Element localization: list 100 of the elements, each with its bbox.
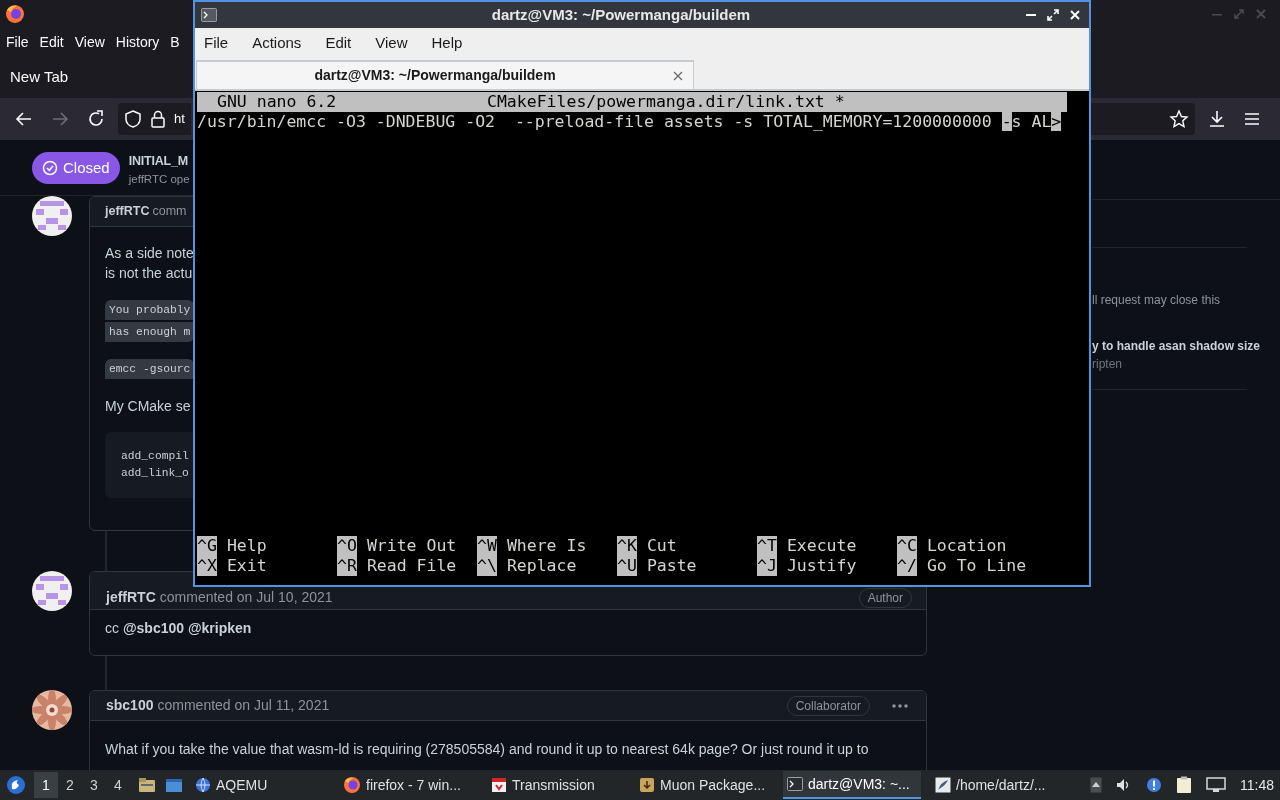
menu-icon[interactable] [1244, 112, 1260, 126]
avatar-icon [32, 196, 72, 236]
shortcut-label: Exit [226, 556, 267, 576]
package-icon [639, 777, 655, 793]
bookmark-star-icon[interactable] [1169, 109, 1189, 129]
shortcut-label: Where Is [506, 536, 587, 556]
shortcut-label: Location [926, 536, 1007, 556]
sidebar-text: ll request may close this [1092, 292, 1222, 309]
comment-text: cc @sbc100 @kripken [105, 619, 253, 638]
shortcut-key: ^\ [477, 556, 497, 576]
inline-code: You probably [105, 300, 195, 320]
shortcut-key: ^/ [897, 556, 917, 576]
file-name: CMakeFiles/powermanga.dir/link.txt * [487, 92, 845, 112]
inline-code: has enough m [105, 322, 195, 342]
terminal-icon [787, 777, 803, 791]
lock-icon [150, 109, 166, 129]
task-button[interactable]: /home/dartz/... [931, 771, 1069, 799]
inline-code: emcc -gsourc [105, 359, 195, 379]
shortcut-key: ^C [897, 536, 917, 556]
shortcut-label: Execute [786, 536, 857, 556]
reload-icon[interactable] [86, 109, 106, 129]
menu-item[interactable]: File [6, 31, 29, 53]
shortcut-key: ^U [617, 556, 637, 576]
menu-item[interactable]: View [375, 32, 408, 55]
shortcut-label: Cut [646, 536, 677, 556]
workspace-button[interactable]: 1 [34, 772, 58, 798]
nano-version: GNU nano 6.2 [216, 92, 338, 112]
network-icon[interactable] [1206, 777, 1226, 793]
comment-text: What if you take the value that wasm-ld is requiring (278505584) and round it up to nearest 64k page? Or just round it up to [105, 740, 870, 759]
menu-item[interactable]: Help [431, 32, 463, 55]
shortcut-label: Write Out [366, 536, 457, 556]
shortcut-key: ^W [477, 536, 497, 556]
start-menu-icon[interactable] [6, 775, 26, 795]
address-bar[interactable]: ht [118, 103, 191, 135]
linked-issue-meta: ripten [1092, 356, 1124, 373]
editor-line: /usr/bin/emcc -O3 -DNDEBUG -O2 --preload-file assets -s TOTAL_MEMORY=1200000000 -s AL> [197, 112, 1062, 132]
author-link[interactable]: jeffRTC [106, 587, 156, 608]
linked-issue-link[interactable]: y to handle asan shadow size [1092, 337, 1280, 355]
task-button[interactable]: dartz@VM3: ~... [783, 771, 921, 799]
shortcut-key: ^R [337, 556, 357, 576]
task-button[interactable]: AQEMU [191, 771, 329, 799]
comment-text: is not the actu [105, 264, 194, 283]
shield-icon [124, 109, 142, 129]
shortcut-key: ^X [197, 556, 217, 576]
quill-icon [935, 777, 951, 793]
check-circle-icon [42, 160, 58, 176]
menu-item[interactable]: Edit [39, 31, 64, 53]
issue-title: INITIAL_M [128, 153, 189, 170]
shortcut-key: ^T [757, 536, 777, 556]
workspace-button[interactable]: 4 [106, 772, 130, 798]
comment-meta: commented on Jul 11, 2021 [157, 696, 331, 715]
firefox-logo-icon [343, 776, 361, 794]
menu-item[interactable]: Edit [325, 32, 352, 55]
avatar-icon [32, 571, 72, 611]
shortcut-key: ^G [197, 536, 217, 556]
folder-icon[interactable] [138, 777, 156, 793]
address-bar-end[interactable] [1089, 103, 1195, 135]
task-button[interactable]: Transmission [487, 771, 625, 799]
menu-item[interactable]: Actions [252, 32, 302, 55]
terminal-tab[interactable]: dartz@VM3: ~/Powermanga/buildem [196, 60, 694, 89]
window-title: dartz@VM3: ~/Powermanga/buildem [490, 4, 752, 25]
task-button[interactable]: firefox - 7 win... [339, 771, 477, 799]
issue-byline: jeffRTC ope [128, 172, 190, 187]
comment-meta: commented on Jul 10, 2021 [159, 588, 334, 607]
comment-meta: comm [152, 203, 188, 221]
firefox-logo-icon [5, 4, 25, 24]
comment-text: As a side note [105, 244, 195, 263]
workspace-button[interactable]: 2 [58, 772, 82, 798]
close-icon[interactable] [673, 70, 683, 81]
author-link[interactable]: jeffRTC [105, 202, 150, 221]
download-icon[interactable] [1207, 109, 1227, 129]
terminal-icon [201, 8, 217, 22]
menu-item[interactable]: History [115, 31, 160, 53]
shortcut-key: ^J [757, 556, 777, 576]
browser-tab[interactable]: New Tab [0, 60, 109, 94]
shortcut-label: Read File [366, 556, 457, 576]
clipboard-icon[interactable] [1176, 776, 1192, 794]
status-badge: Closed [32, 152, 120, 184]
task-button[interactable]: Muon Package... [635, 771, 773, 799]
shortcut-label: Justify [786, 556, 857, 576]
menu-item[interactable]: B [170, 31, 180, 53]
shortcut-key: ^K [617, 536, 637, 556]
shortcut-key: ^O [337, 536, 357, 556]
globe-icon [195, 777, 211, 793]
workspace-button[interactable]: 3 [82, 772, 106, 798]
shortcut-label: Help [226, 536, 267, 556]
comment-text: My CMake se [105, 397, 192, 416]
ellipsis-icon [892, 703, 908, 708]
clock: 11:48 [1240, 775, 1274, 795]
shortcut-label: Paste [646, 556, 697, 576]
notification-icon[interactable] [1146, 777, 1162, 793]
menu-item[interactable]: View [74, 31, 105, 53]
shortcut-label: Go To Line [926, 556, 1027, 576]
window-icon[interactable] [165, 777, 183, 793]
url-text: ht [174, 110, 185, 129]
shortcut-label: Replace [506, 556, 577, 576]
parcel-icon [491, 777, 507, 793]
tray-expand-icon[interactable] [1090, 777, 1102, 793]
menu-item[interactable]: File [204, 32, 229, 55]
author-link[interactable]: sbc100 [106, 695, 154, 716]
